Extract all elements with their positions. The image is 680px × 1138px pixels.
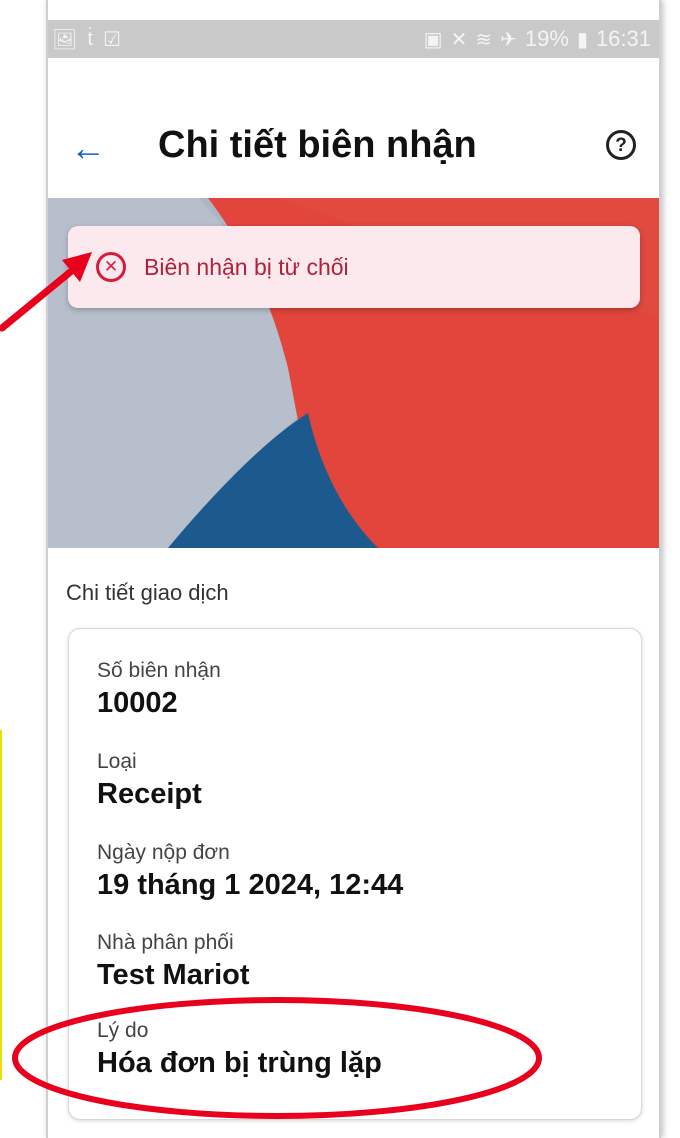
airplane-icon: ✈ xyxy=(500,28,517,51)
back-arrow-icon[interactable]: ← xyxy=(66,126,110,170)
battery-percent: 19% xyxy=(524,26,569,51)
app-bar: ← Chi tiết biên nhận ? xyxy=(48,118,659,188)
wifi-icon: ≋ xyxy=(475,28,493,51)
field-distributor: Nhà phân phối Test Mariot xyxy=(97,931,250,992)
banner-text: Biên nhận bị từ chối xyxy=(144,253,349,280)
lock-icon: ▣ xyxy=(423,28,443,51)
checkbox-icon: ☑ xyxy=(102,28,121,51)
status-bar: 🖼 ṫ ☑ ▣ ✕ ≋ ✈ 19% ▮ 16:31 xyxy=(48,20,659,58)
help-icon[interactable]: ? xyxy=(606,130,636,160)
field-submit-date: Ngày nộp đơn 19 tháng 1 2024, 12:44 xyxy=(97,841,403,902)
field-value: Test Mariot xyxy=(97,959,250,991)
field-label: Lý do xyxy=(97,1019,149,1042)
section-title: Chi tiết giao dịch xyxy=(66,580,229,605)
teams-icon: ṫ xyxy=(87,27,93,50)
phone-screen: 🖼 ṫ ☑ ▣ ✕ ≋ ✈ 19% ▮ 16:31 ← Chi tiết biê… xyxy=(46,0,661,1138)
mute-icon: ✕ xyxy=(450,28,468,51)
page-title: Chi tiết biên nhận xyxy=(158,124,477,166)
field-value: 19 tháng 1 2024, 12:44 xyxy=(97,869,404,901)
field-value: 10002 xyxy=(97,687,178,719)
field-type: Loại Receipt xyxy=(97,750,202,811)
rejected-banner: ✕ Biên nhận bị từ chối xyxy=(68,226,640,308)
field-receipt-number: Số biên nhận 10002 xyxy=(97,659,221,720)
gallery-icon: 🖼 xyxy=(52,28,78,51)
yellow-edge-line xyxy=(0,730,2,1080)
field-label: Ngày nộp đơn xyxy=(97,841,230,864)
battery-icon: ▮ xyxy=(576,28,588,51)
details-card: Số biên nhận 10002 Loại Receipt Ngày nộp… xyxy=(68,628,642,1120)
field-label: Loại xyxy=(97,750,137,773)
field-value: Hóa đơn bị trùng lặp xyxy=(97,1047,382,1079)
field-label: Nhà phân phối xyxy=(97,931,234,954)
field-label: Số biên nhận xyxy=(97,659,221,682)
annotation-arrow xyxy=(0,252,92,332)
field-value: Receipt xyxy=(97,778,202,810)
clock: 16:31 xyxy=(595,26,651,51)
field-reason: Lý do Hóa đơn bị trùng lặp xyxy=(97,1019,382,1080)
